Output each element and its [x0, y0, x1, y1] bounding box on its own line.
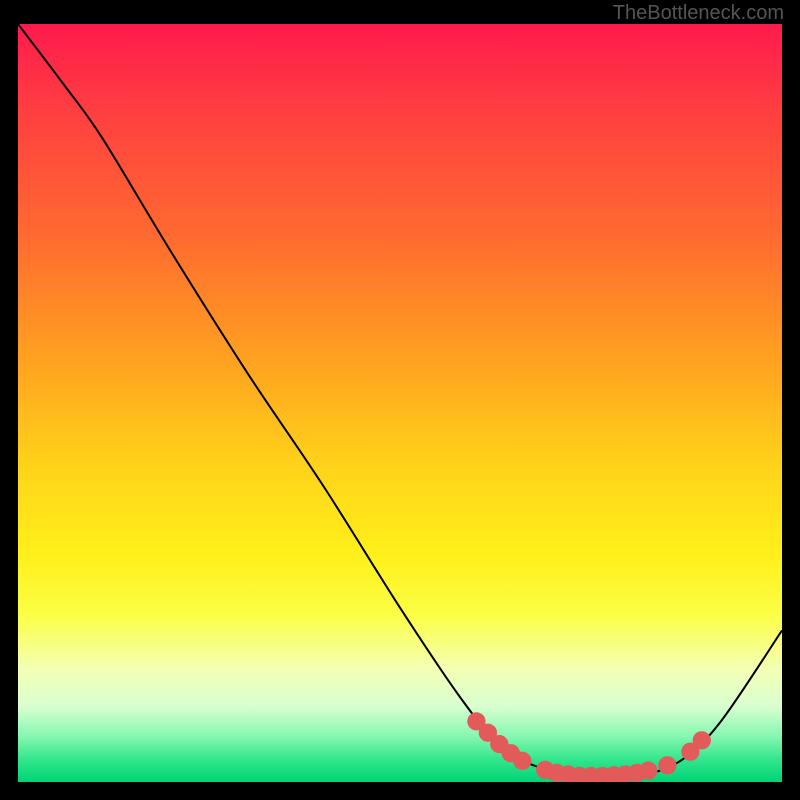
marker-dot: [639, 762, 657, 780]
highlight-markers: [467, 712, 711, 782]
marker-dot: [693, 731, 711, 749]
marker-dot: [658, 756, 676, 774]
marker-dot: [513, 752, 531, 770]
chart-svg: [18, 24, 782, 782]
bottleneck-curve: [18, 24, 782, 777]
chart-stage: TheBottleneck.com: [0, 0, 800, 800]
plot-area: [18, 24, 782, 782]
watermark-text: TheBottleneck.com: [613, 2, 784, 25]
